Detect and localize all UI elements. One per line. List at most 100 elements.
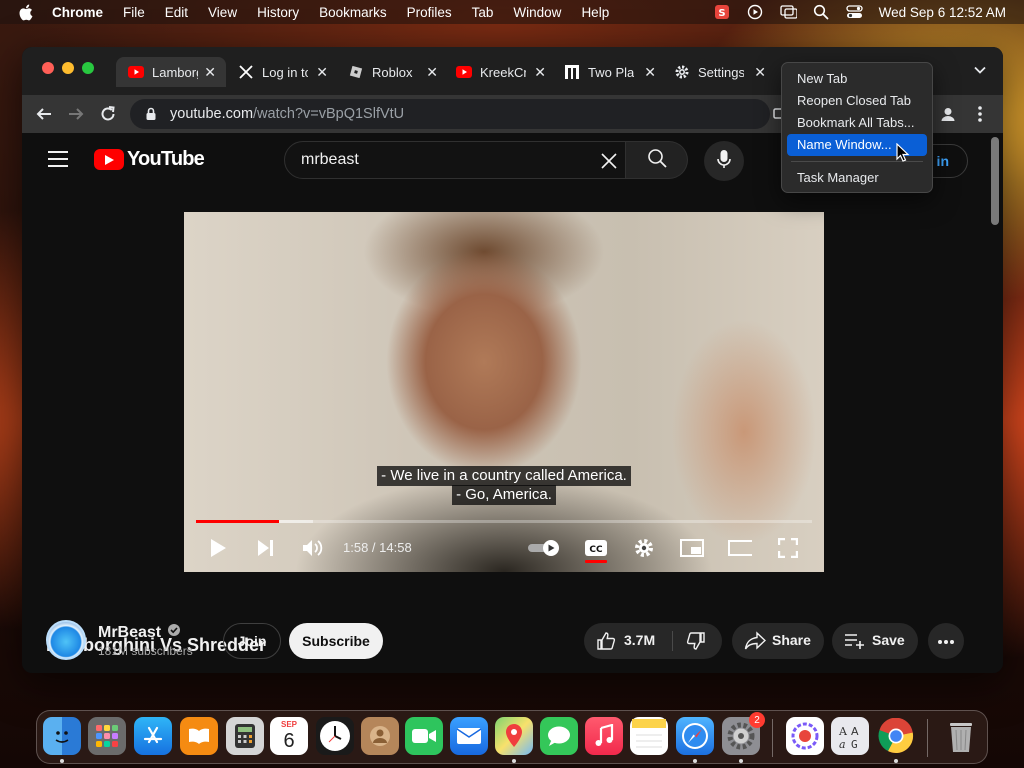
verified-badge-icon [167,623,181,642]
reload-icon[interactable] [98,104,118,124]
screen-mirroring-icon[interactable] [780,4,797,20]
screen-tool-icon[interactable] [786,717,824,755]
hamburger-menu-icon[interactable] [48,151,68,167]
closed-captions-icon[interactable]: CC [584,536,608,560]
menu-profiles[interactable]: Profiles [407,5,452,20]
share-button[interactable]: Share [732,623,824,659]
close-tab-icon[interactable]: ✕ [754,64,766,81]
font-book-icon[interactable]: AAaG [831,717,869,755]
tab-kreekcraft[interactable]: KreekCr ✕ [452,57,556,87]
facetime-icon[interactable] [405,717,443,755]
back-arrow-icon[interactable] [34,104,54,124]
menu-app-chrome[interactable]: Chrome [52,5,103,20]
control-center-icon[interactable] [846,4,863,20]
close-tab-icon[interactable]: ✕ [644,64,656,81]
clear-search-icon[interactable] [599,151,619,171]
menu-file[interactable]: File [123,5,145,20]
menu-help[interactable]: Help [581,5,609,20]
finder-icon[interactable] [43,717,81,755]
play-icon[interactable] [206,536,230,560]
subscribe-button[interactable]: Subscribe [289,623,383,659]
tab-settings[interactable]: Settings ✕ [672,57,776,87]
app-store-icon[interactable] [134,717,172,755]
safari-icon[interactable] [676,717,714,755]
menu-bookmarks[interactable]: Bookmarks [319,5,387,20]
now-playing-icon[interactable] [747,4,764,20]
notes-icon[interactable] [630,717,668,755]
books-icon[interactable] [180,717,218,755]
apple-menu-icon[interactable] [18,4,38,20]
screenshot-app-icon[interactable]: S [714,4,731,20]
menu-edit[interactable]: Edit [165,5,188,20]
calculator-icon[interactable] [226,717,264,755]
menu-history[interactable]: History [257,5,299,20]
search-input[interactable] [301,151,581,169]
menu-item-bookmark-all-tabs[interactable]: Bookmark All Tabs... [787,112,927,134]
channel-avatar[interactable] [46,620,86,660]
share-label: Share [772,632,811,648]
menu-item-new-tab[interactable]: New Tab [787,68,927,90]
channel-name-link[interactable]: MrBeast [98,623,181,642]
thumbs-up-icon[interactable] [596,631,616,654]
autoplay-toggle-icon[interactable] [527,536,563,560]
save-to-playlist-icon [844,632,866,653]
minimize-window-button[interactable] [62,62,74,74]
volume-icon[interactable] [301,536,325,560]
zoom-window-button[interactable] [82,62,94,74]
join-button[interactable]: Join [223,623,281,659]
calendar-icon[interactable]: SEP 6 [270,717,308,755]
system-settings-icon[interactable]: 2 [722,712,765,755]
menu-window[interactable]: Window [513,5,561,20]
tab-lamborghini[interactable]: Lamborg ✕ [116,57,226,87]
chrome-icon[interactable] [877,717,915,755]
voice-search-button[interactable] [704,141,744,181]
contacts-icon[interactable] [361,717,399,755]
search-button[interactable] [626,141,688,179]
menu-item-reopen-closed-tab[interactable]: Reopen Closed Tab [787,90,927,112]
site-info-icon[interactable] [144,107,158,121]
trash-icon[interactable] [942,717,980,755]
tab-search-chevron-icon[interactable] [973,63,987,77]
clock-icon[interactable] [316,717,354,755]
messages-icon[interactable] [540,717,578,755]
fullscreen-icon[interactable] [776,536,800,560]
tab-title: Two Pla [588,64,634,80]
tab-log-in-to-x[interactable]: Log in to ✕ [234,57,338,87]
tab-two-players[interactable]: Two Pla ✕ [562,57,666,87]
close-tab-icon[interactable]: ✕ [316,64,328,81]
menu-tab[interactable]: Tab [472,5,494,20]
gear-icon [674,64,690,80]
theater-mode-icon[interactable] [728,536,752,560]
dock: SEP 6 2 AAaG [36,710,988,764]
video-progress-bar[interactable] [196,520,812,523]
close-tab-icon[interactable]: ✕ [426,64,438,81]
menubar-clock[interactable]: Wed Sep 6 12:52 AM [879,5,1006,20]
scrollbar-thumb[interactable] [991,137,999,225]
youtube-logo[interactable]: YouTube [94,148,205,171]
spotlight-search-icon[interactable] [813,4,830,20]
chrome-menu-kebab-icon[interactable] [970,104,990,124]
miniplayer-icon[interactable] [680,536,704,560]
video-player[interactable]: - We live in a country called America. -… [184,212,824,572]
launchpad-icon[interactable] [88,717,126,755]
settings-gear-icon[interactable] [632,536,656,560]
save-button[interactable]: Save [832,623,918,659]
maps-icon[interactable] [495,717,533,755]
close-window-button[interactable] [42,62,54,74]
close-tab-icon[interactable]: ✕ [204,64,216,81]
like-count[interactable]: 3.7M [624,632,655,648]
mail-icon[interactable] [450,717,488,755]
close-tab-icon[interactable]: ✕ [534,64,546,81]
music-icon[interactable] [585,717,623,755]
menu-view[interactable]: View [208,5,237,20]
more-actions-button[interactable] [928,623,964,659]
thumbs-down-icon[interactable] [686,631,706,654]
tab-roblox[interactable]: Roblox ✕ [344,57,448,87]
next-video-icon[interactable] [254,536,278,560]
page-scrollbar[interactable] [987,133,1003,673]
address-bar[interactable]: youtube.com/watch?v=vBpQ1SlfVtU [130,99,770,129]
profile-icon[interactable] [938,104,958,124]
menu-item-task-manager[interactable]: Task Manager [787,167,927,189]
window-controls [42,62,94,74]
forward-arrow-icon[interactable] [66,104,86,124]
